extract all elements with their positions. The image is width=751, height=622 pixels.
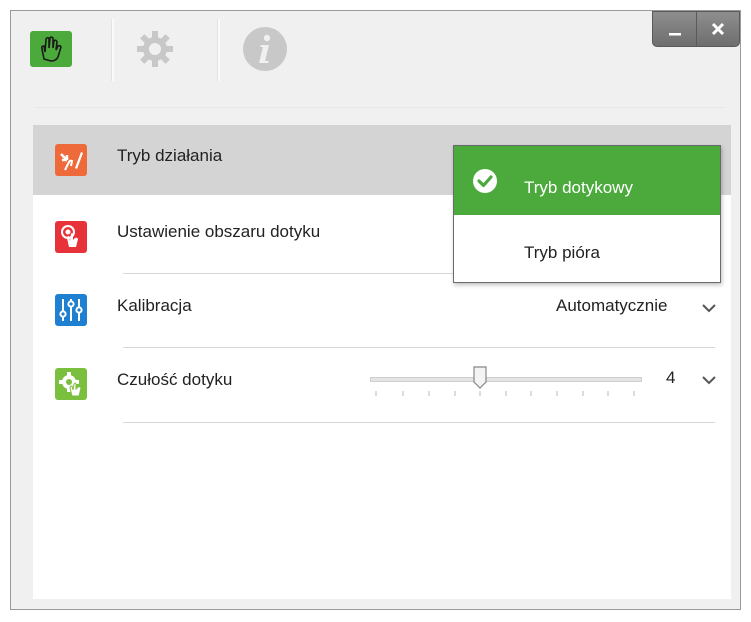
calibration-label: Kalibracja [117,296,192,315]
minimize-button[interactable] [652,11,696,47]
app-window: Tryb działania Ustawienie obszaru dotyku [10,10,741,610]
row-calibration[interactable]: Kalibracja Automatycznie [33,274,731,347]
touch-area-label: Ustawienie obszaru dotyku [117,222,321,241]
slider-thumb[interactable] [473,366,487,390]
mode-dropdown: Tryb dotykowy Tryb pióra [453,145,721,283]
option-touch-mode[interactable]: Tryb dotykowy [454,146,720,215]
check-circle-icon [473,169,497,193]
tab-bar [11,11,740,103]
tab-touch[interactable] [25,23,77,75]
sensitivity-slider[interactable] [370,366,642,398]
mode-icon [55,144,87,176]
sliders-icon [55,294,87,326]
window-controls [652,11,740,47]
sensitivity-value[interactable]: 4 [666,368,675,388]
touch-area-icon [55,221,87,253]
chevron-down-icon[interactable] [701,302,717,314]
row-sensitivity[interactable]: Czułość dotyku 4 [33,348,731,422]
sensitivity-label: Czułość dotyku [117,370,233,389]
minimize-icon [668,33,681,36]
info-icon [243,27,287,71]
option-pen-mode-label: Tryb pióra [524,243,600,262]
chevron-down-icon[interactable] [701,374,717,386]
sensitivity-gear-icon [55,368,87,400]
mode-label: Tryb działania [117,146,223,165]
tab-settings[interactable] [129,23,181,75]
calibration-value[interactable]: Automatycznie [556,296,668,316]
slider-ticks [375,391,635,396]
gear-icon [137,31,173,67]
close-icon [711,22,725,36]
option-touch-mode-label: Tryb dotykowy [524,178,633,197]
option-pen-mode[interactable]: Tryb pióra [454,215,720,283]
slider-track [370,377,642,382]
touch-hand-icon [30,31,72,67]
tab-info[interactable] [239,23,291,75]
close-button[interactable] [696,11,740,47]
